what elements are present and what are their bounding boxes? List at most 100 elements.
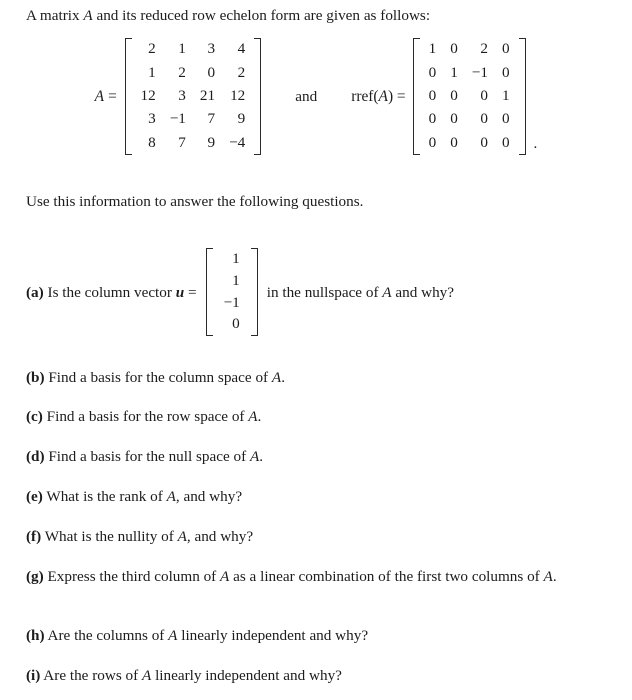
vector-u-left-bracket — [205, 248, 213, 336]
matrix-rref-cell: 0 — [428, 110, 437, 128]
matrix-a-cell: 2 — [237, 63, 246, 81]
matrix-rref-cell: 1 — [428, 40, 437, 58]
matrix-rref-cell: 0 — [450, 86, 458, 104]
vector-u-row: −1 — [217, 292, 247, 314]
matrix-a-cell: −1 — [169, 110, 186, 128]
question-a-text-before: Is the column vector — [47, 283, 176, 301]
question-a-vector-symbol: u — [175, 283, 185, 301]
vector-u-right-bracket — [250, 248, 258, 336]
question-h-label: (h) — [26, 627, 45, 644]
matrix-rref-cell: 0 — [428, 63, 437, 81]
question-i-label: (i) — [26, 667, 41, 684]
matrix-rref-row: 1020 — [424, 38, 515, 61]
matrix-a-cell: 12 — [140, 86, 156, 104]
matrix-rref-cell: 0 — [480, 86, 488, 104]
question-b-matrix-symbol: A — [271, 369, 282, 386]
vector-u-row: 0 — [217, 314, 247, 336]
matrix-rref-cell: −1 — [471, 63, 488, 81]
matrix-a-cell: 7 — [207, 110, 216, 128]
instruction-paragraph: Use this information to answer the follo… — [26, 193, 364, 210]
intro-paragraph: A matrix A and its reduced row echelon f… — [26, 6, 610, 25]
question-h-text-before: Are the columns of — [44, 627, 169, 644]
question-item-e: (e) What is the rank of A, and why? — [26, 487, 610, 506]
question-e-text-after: , and why? — [175, 488, 243, 505]
matrix-a-group: A = 2 1 3 4 1 2 0 2 12 3 21 12 3 −1 7 9 8 7 9 −4 — [95, 38, 262, 155]
matrix-rref-body: 1 0 2 0 0 1 −1 0 0 0 0 1 0 0 0 0 0 0 0 0 — [424, 38, 515, 155]
matrix-a-cell: 2 — [178, 63, 186, 81]
matrix-rref-label: rref(A) = — [351, 87, 412, 106]
question-item-g: (g) Express the third column of A as a l… — [26, 567, 610, 586]
vector-u-body: 1 1 −1 0 — [217, 248, 247, 336]
matrix-rref-row: 0001 — [424, 85, 515, 108]
question-item-b: (b) Find a basis for the column space of… — [26, 368, 610, 387]
question-a-tail: in the nullspace of A and why? — [267, 283, 454, 302]
question-i-matrix-symbol: A — [142, 667, 152, 684]
question-i-text-after: linearly independent and why? — [151, 667, 342, 684]
rref-prefix: rref( — [351, 87, 379, 105]
question-g-text-after: as a linear combination of the first two… — [229, 568, 544, 585]
matrix-a: 2 1 3 4 1 2 0 2 12 3 21 12 3 −1 7 9 8 7 9 −4 — [124, 38, 262, 155]
matrix-a-cell: 3 — [148, 110, 156, 128]
vector-u-cell: 0 — [232, 315, 240, 333]
matrix-a-cell: 7 — [178, 133, 186, 151]
matrix-a-cell: 9 — [207, 133, 216, 151]
matrix-a-row: 12 3 21 12 — [136, 85, 251, 108]
question-a-text-tail: and why? — [391, 283, 454, 301]
question-a-label: (a) — [26, 283, 44, 301]
question-c-label: (c) — [26, 408, 43, 425]
matrix-a-cell: 9 — [237, 110, 246, 128]
matrix-a-left-bracket — [124, 38, 132, 155]
matrix-rref-cell: 1 — [450, 63, 458, 81]
question-d-matrix-symbol: A — [249, 448, 260, 465]
matrix-rref-cell: 0 — [501, 63, 510, 81]
question-g-matrix-symbol: A — [220, 568, 230, 585]
matrix-a-cell: 1 — [178, 40, 186, 58]
matrix-rref-cell: 2 — [480, 40, 488, 58]
question-item-c: (c) Find a basis for the row space of A. — [26, 407, 610, 426]
vector-u-cell: 1 — [232, 249, 240, 267]
matrix-a-row: 8 7 9 −4 — [136, 131, 251, 154]
matrix-a-cell: 12 — [230, 86, 246, 104]
question-b-text-after: . — [281, 369, 285, 386]
matrix-a-label: A = — [95, 87, 125, 106]
question-f-text-before: What is the nullity of — [41, 528, 178, 545]
vector-u-cell: 1 — [232, 271, 240, 289]
question-g-text-before: Express the third column of — [43, 568, 221, 585]
question-f-matrix-symbol: A — [177, 528, 187, 545]
question-c-matrix-symbol: A — [248, 408, 258, 425]
matrix-rref: 1 0 2 0 0 1 −1 0 0 0 0 1 0 0 0 0 0 0 0 0 — [412, 38, 526, 155]
matrix-rref-cell: 0 — [501, 110, 510, 128]
question-item-h: (h) Are the columns of A linearly indepe… — [26, 626, 610, 645]
vector-u-row: 1 — [217, 248, 247, 270]
question-d-text-after: . — [259, 448, 264, 465]
matrix-rref-cell: 0 — [480, 133, 488, 151]
matrix-rref-cell: 1 — [501, 86, 510, 104]
intro-text-after: and its reduced row echelon form are giv… — [92, 7, 431, 24]
matrix-rref-cell: 0 — [450, 110, 458, 128]
matrix-rref-row: 0000 — [424, 131, 515, 154]
matrix-rref-cell: 0 — [450, 40, 458, 58]
question-g-text-tail: . — [552, 568, 557, 585]
question-item-i: (i) Are the rows of A linearly independe… — [26, 666, 610, 685]
matrix-a-row: 1 2 0 2 — [136, 61, 251, 84]
matrix-rref-cell: 0 — [501, 40, 510, 58]
document-page: A matrix A and its reduced row echelon f… — [0, 0, 632, 700]
matrix-rref-row: 0 1 −1 0 — [424, 61, 515, 84]
trailing-period: . — [533, 134, 538, 152]
matrix-rref-cell: 0 — [480, 110, 488, 128]
matrix-a-row: 2 1 3 4 — [136, 38, 251, 61]
matrix-a-symbol: A — [94, 87, 105, 105]
rref-suffix: ) = — [387, 87, 406, 105]
matrix-rref-cell: 0 — [428, 133, 437, 151]
question-f-text-after: , and why? — [186, 528, 254, 545]
question-a-head: (a) Is the column vector u = — [26, 283, 197, 302]
question-e-matrix-symbol: A — [166, 488, 176, 505]
matrix-rref-right-bracket — [518, 38, 526, 155]
question-e-label: (e) — [26, 488, 43, 505]
matrix-rref-left-bracket — [412, 38, 420, 155]
question-b-text-before: Find a basis for the column space of — [44, 369, 272, 386]
question-b-label: (b) — [26, 369, 45, 386]
matrix-rref-cell: 0 — [450, 133, 458, 151]
matrix-a-cell: 8 — [148, 133, 156, 151]
question-c-text-after: . — [257, 408, 262, 425]
